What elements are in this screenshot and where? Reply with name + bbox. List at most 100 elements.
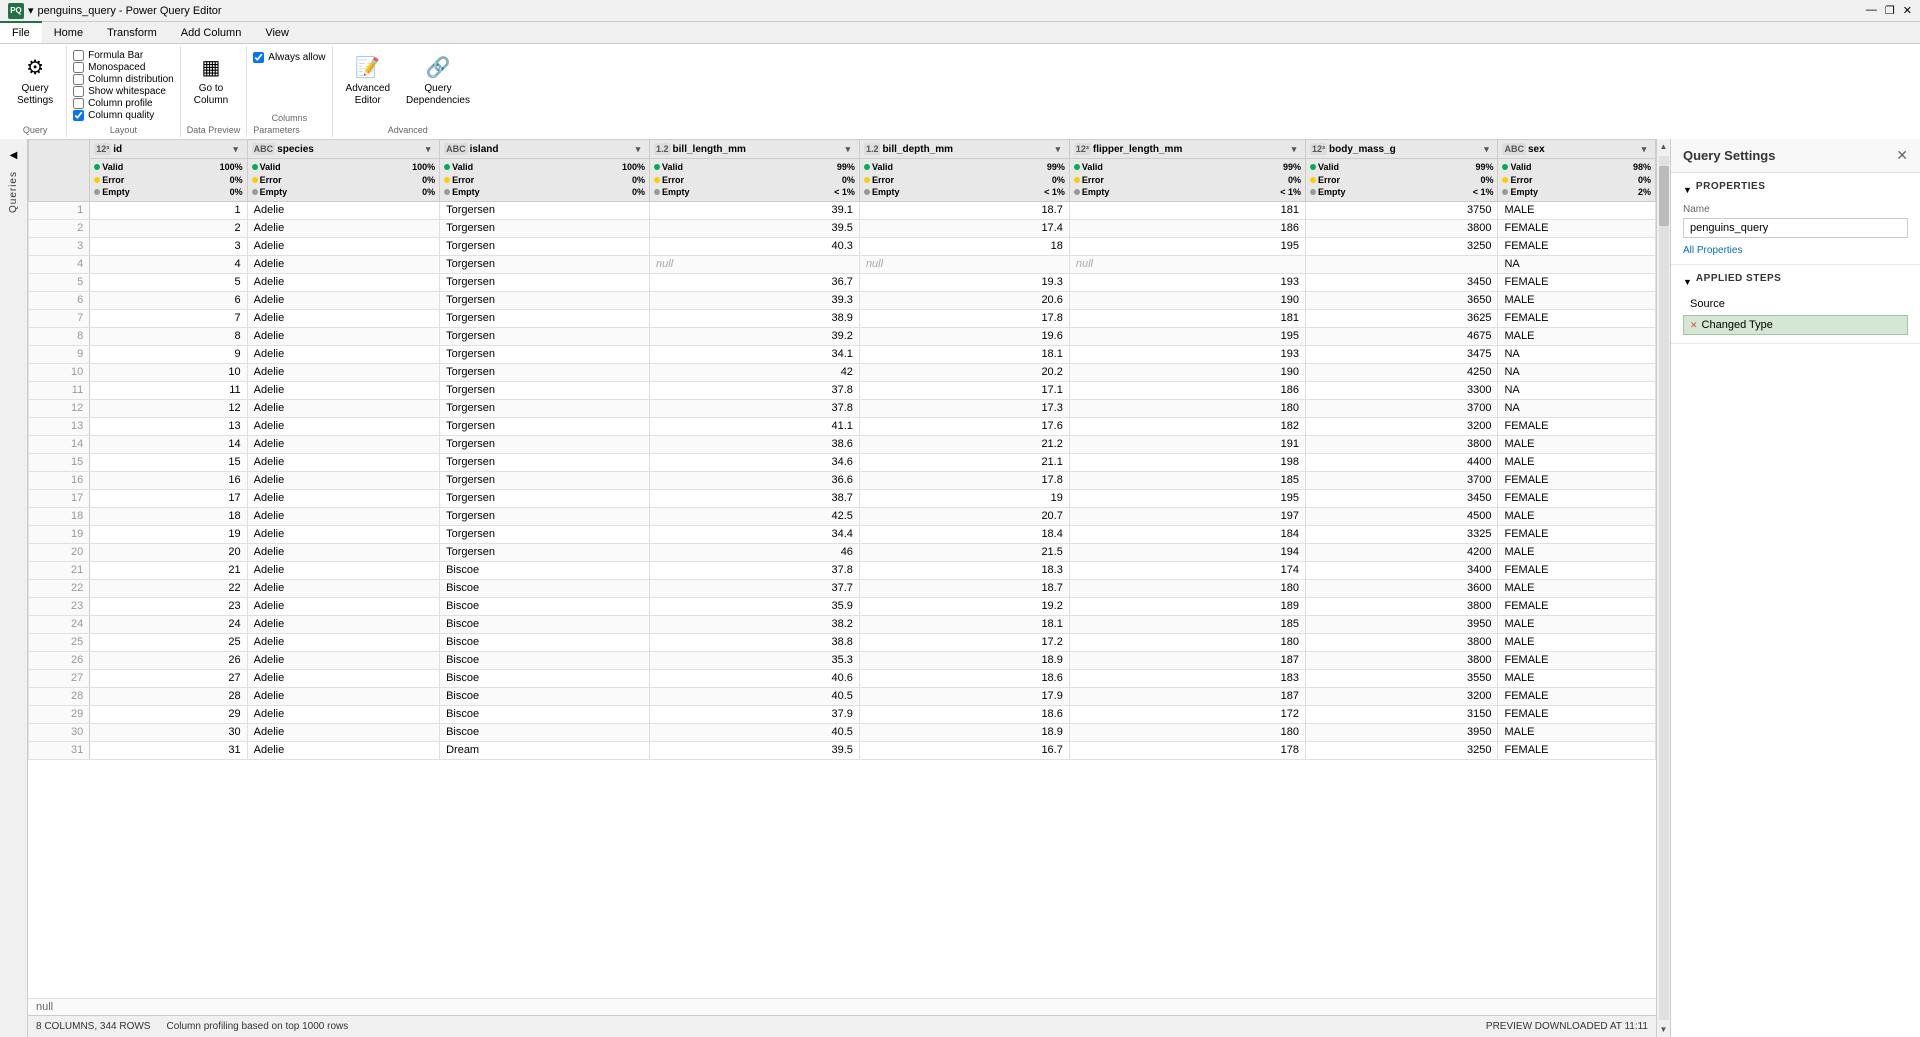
all-properties-link[interactable]: All Properties: [1683, 245, 1742, 256]
sidebar-toggle[interactable]: ◀: [6, 147, 22, 163]
column-distribution-input[interactable]: [73, 74, 84, 85]
query-settings-button[interactable]: ⚙ QuerySettings: [10, 48, 60, 110]
table-row: 2323AdelieBiscoe35.919.21893800FEMALE: [29, 597, 1656, 615]
col-filter-flipper-length[interactable]: ▾: [1287, 142, 1301, 156]
table-row: 1818AdelieTorgersen42.520.71974500MALE: [29, 507, 1656, 525]
table-cell: 18.9: [859, 723, 1069, 741]
col-quality-bill-length: Valid99% Error0% Empty< 1%: [650, 159, 859, 201]
advanced-editor-button[interactable]: 📝 AdvancedEditor: [339, 48, 397, 110]
col-filter-sex[interactable]: ▾: [1637, 142, 1651, 156]
formula-bar-checkbox[interactable]: Formula Bar: [73, 50, 174, 61]
scroll-track[interactable]: [1659, 156, 1669, 1020]
always-allow-input[interactable]: [253, 52, 264, 63]
table-cell: 3950: [1306, 615, 1498, 633]
always-allow-checkbox[interactable]: Always allow: [253, 52, 325, 63]
col-type-island: ABC: [444, 143, 468, 155]
col-header-flipper-length[interactable]: 12³ flipper_length_mm ▾ Valid99% Error0%…: [1069, 140, 1305, 202]
col-header-body-mass[interactable]: 12³ body_mass_g ▾ Valid99% Error0% Empty…: [1306, 140, 1498, 202]
close-button[interactable]: ✕: [1903, 4, 1912, 17]
query-dependencies-button[interactable]: 🔗 QueryDependencies: [399, 48, 477, 110]
col-filter-species[interactable]: ▾: [421, 142, 435, 156]
restore-button[interactable]: ❐: [1885, 4, 1895, 17]
window-controls[interactable]: — ❐ ✕: [1866, 4, 1912, 17]
col-header-island[interactable]: ABC island ▾ Valid100% Error0% Empty0%: [440, 140, 650, 202]
table-cell: Adelie: [247, 615, 439, 633]
column-distribution-checkbox[interactable]: Column distribution: [73, 74, 174, 85]
applied-steps-toggle[interactable]: ▼ APPLIED STEPS: [1683, 273, 1908, 290]
group-label-advanced: Advanced: [339, 123, 477, 135]
tab-file[interactable]: File: [0, 21, 42, 43]
formula-bar-input[interactable]: [73, 50, 84, 61]
query-dependencies-icon: 🔗: [422, 51, 454, 83]
step-changed-type[interactable]: ✕ Changed Type: [1683, 315, 1908, 335]
table-cell: 2: [90, 219, 247, 237]
col-quality-sex: Valid98% Error0% Empty2%: [1498, 159, 1655, 201]
table-cell: 17.8: [859, 309, 1069, 327]
table-cell: 17.4: [859, 219, 1069, 237]
scroll-thumb[interactable]: [1659, 166, 1669, 226]
advanced-buttons: 📝 AdvancedEditor 🔗 QueryDependencies: [339, 48, 477, 123]
table-row: 1616AdelieTorgersen36.617.81853700FEMALE: [29, 471, 1656, 489]
name-input[interactable]: [1683, 218, 1908, 238]
row-number-cell: 21: [29, 561, 90, 579]
table-cell: Biscoe: [440, 579, 650, 597]
go-to-column-button[interactable]: ▦ Go toColumn: [187, 48, 235, 110]
monospaced-input[interactable]: [73, 62, 84, 73]
tab-add-column[interactable]: Add Column: [169, 22, 254, 43]
col-filter-body-mass[interactable]: ▾: [1479, 142, 1493, 156]
show-whitespace-checkbox[interactable]: Show whitespace: [73, 86, 174, 97]
monospaced-checkbox[interactable]: Monospaced: [73, 62, 174, 73]
column-profile-input[interactable]: [73, 98, 84, 109]
show-whitespace-input[interactable]: [73, 86, 84, 97]
table-row: 55AdelieTorgersen36.719.31933450FEMALE: [29, 273, 1656, 291]
table-cell: null: [650, 255, 860, 273]
tab-view[interactable]: View: [253, 22, 301, 43]
col-header-bill-depth[interactable]: 1.2 bill_depth_mm ▾ Valid99% Error0% Emp…: [859, 140, 1069, 202]
tab-transform[interactable]: Transform: [95, 22, 169, 43]
scroll-down-arrow[interactable]: ▼: [1657, 1022, 1671, 1037]
table-cell: 25: [90, 633, 247, 651]
row-number-header: [29, 140, 90, 202]
title-bar-left: PQ ▾ penguins_query - Power Query Editor: [8, 3, 222, 19]
table-cell: 3250: [1306, 237, 1498, 255]
tab-home[interactable]: Home: [42, 22, 95, 43]
data-table-container[interactable]: 12³ id ▾ Valid100% Error0% Empty0%: [28, 139, 1656, 998]
table-cell: 174: [1069, 561, 1305, 579]
col-type-bill-length: 1.2: [654, 143, 671, 155]
table-cell: 20.2: [859, 363, 1069, 381]
col-header-id[interactable]: 12³ id ▾ Valid100% Error0% Empty0%: [90, 140, 247, 202]
table-cell: 3550: [1306, 669, 1498, 687]
steps-list: Source ✕ Changed Type: [1683, 294, 1908, 335]
column-quality-checkbox[interactable]: Column quality: [73, 110, 174, 121]
table-cell: 39.2: [650, 327, 860, 345]
table-cell: 31: [90, 741, 247, 759]
table-cell: Adelie: [247, 651, 439, 669]
col-filter-id[interactable]: ▾: [229, 142, 243, 156]
table-cell: 17.9: [859, 687, 1069, 705]
row-number-cell: 1: [29, 201, 90, 219]
vertical-scrollbar[interactable]: ▲ ▼: [1656, 139, 1670, 1037]
column-profile-checkbox[interactable]: Column profile: [73, 98, 174, 109]
table-cell: 24: [90, 615, 247, 633]
panel-close-button[interactable]: ✕: [1896, 147, 1908, 164]
col-filter-bill-length[interactable]: ▾: [841, 142, 855, 156]
col-filter-island[interactable]: ▾: [631, 142, 645, 156]
table-cell: FEMALE: [1498, 561, 1656, 579]
table-cell: 35.3: [650, 651, 860, 669]
col-filter-bill-depth[interactable]: ▾: [1051, 142, 1065, 156]
properties-section-toggle[interactable]: ▼ PROPERTIES: [1683, 181, 1908, 198]
row-number-cell: 10: [29, 363, 90, 381]
scroll-up-arrow[interactable]: ▲: [1657, 139, 1671, 154]
col-header-species[interactable]: ABC species ▾ Valid100% Error0% Empty0%: [247, 140, 439, 202]
col-header-sex[interactable]: ABC sex ▾ Valid98% Error0% Empty2%: [1498, 140, 1656, 202]
table-cell: 39.3: [650, 291, 860, 309]
table-row: 1717AdelieTorgersen38.7191953450FEMALE: [29, 489, 1656, 507]
col-header-bill-length[interactable]: 1.2 bill_length_mm ▾ Valid99% Error0% Em…: [650, 140, 860, 202]
table-cell: 5: [90, 273, 247, 291]
table-cell: Adelie: [247, 237, 439, 255]
column-quality-input[interactable]: [73, 110, 84, 121]
step-source[interactable]: Source: [1683, 294, 1908, 314]
row-number-cell: 17: [29, 489, 90, 507]
minimize-button[interactable]: —: [1866, 4, 1877, 17]
table-cell: 17.1: [859, 381, 1069, 399]
